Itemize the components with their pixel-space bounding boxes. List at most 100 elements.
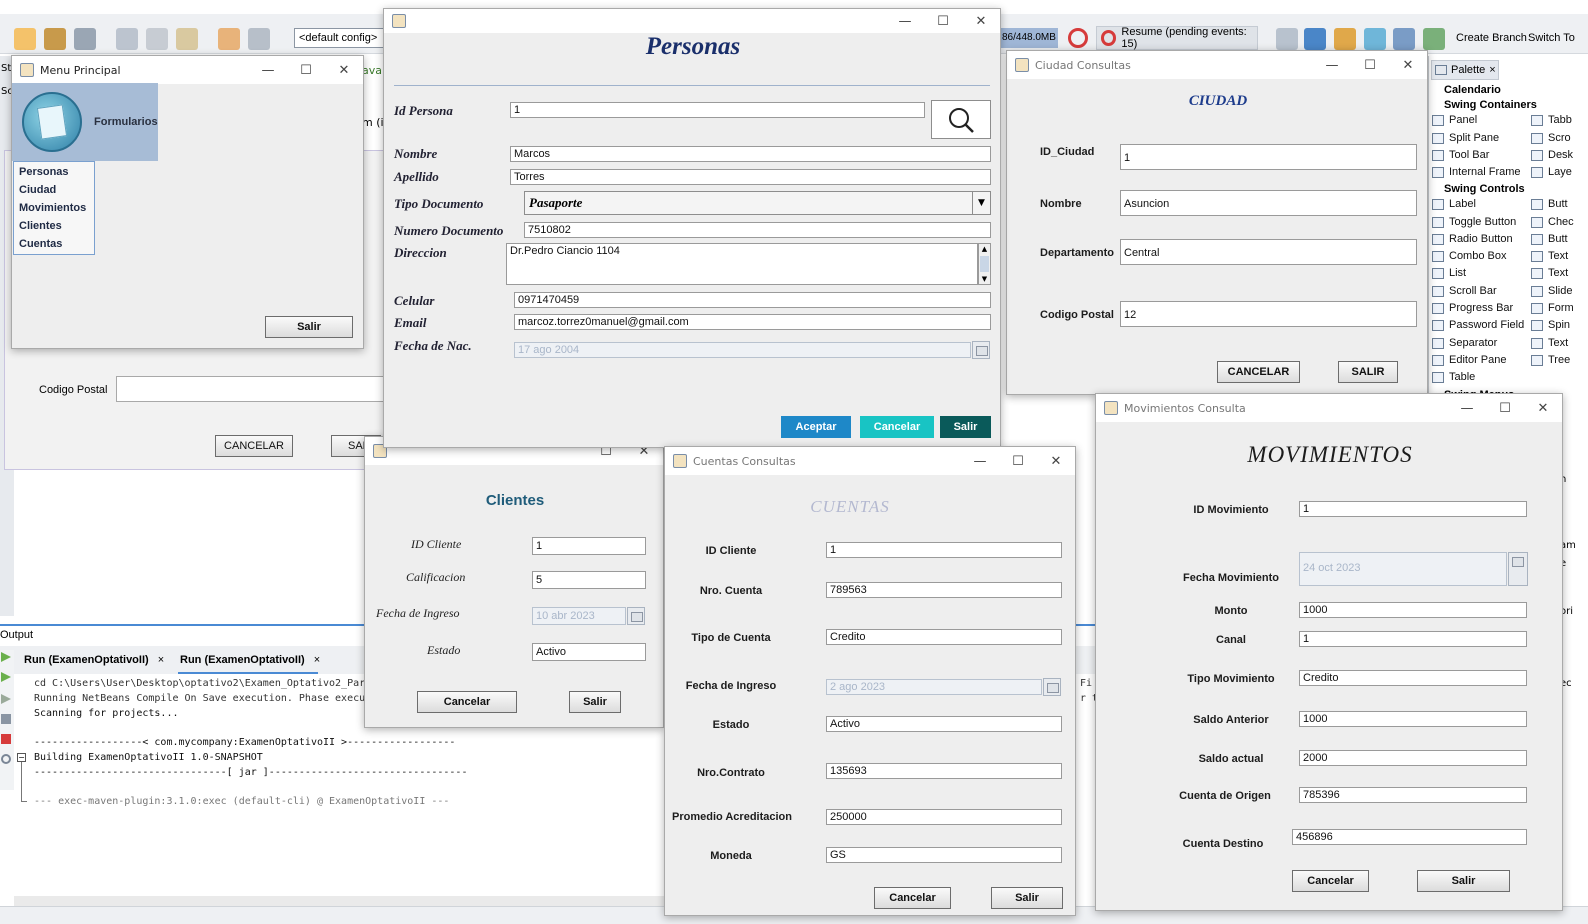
search-button[interactable]: [931, 100, 991, 139]
apellido-field[interactable]: Torres: [510, 169, 991, 185]
estado-field[interactable]: Activo: [532, 643, 646, 661]
toolbar-icon-a[interactable]: [1276, 28, 1298, 50]
palette-text-field[interactable]: Text: [1531, 250, 1568, 262]
menu-item-clientes[interactable]: Clientes: [19, 220, 62, 232]
config-combo[interactable]: <default config>: [294, 28, 384, 48]
fecha-movimiento-field[interactable]: 24 oct 2023: [1299, 552, 1507, 586]
palette-slider[interactable]: Slide: [1531, 285, 1572, 297]
menu-item-personas[interactable]: Personas: [19, 166, 69, 178]
undo-icon[interactable]: [218, 28, 240, 50]
palette-radio-button[interactable]: Radio Button: [1432, 233, 1513, 245]
id-ciudad-field[interactable]: 1: [1120, 144, 1417, 170]
tipo-documento-combo[interactable]: Pasaporte ▼: [524, 191, 991, 215]
palette-tab[interactable]: Palette ×: [1431, 60, 1499, 80]
palette-internal-frame[interactable]: Internal Frame: [1432, 166, 1521, 178]
output-hscroll[interactable]: [14, 896, 664, 906]
direccion-field[interactable]: Dr.Pedro Ciancio 1104: [506, 243, 978, 285]
minimize-icon[interactable]: —: [249, 63, 287, 78]
formularios-menu[interactable]: Formularios: [12, 83, 158, 161]
direccion-scrollbar[interactable]: ▲ ▼: [978, 243, 991, 285]
maximize-icon[interactable]: ☐: [1351, 58, 1389, 73]
close-icon[interactable]: ×: [314, 654, 320, 666]
menu-salir-button[interactable]: Salir: [265, 316, 353, 338]
fecha-ingreso-field[interactable]: 10 abr 2023: [532, 607, 626, 625]
saldo-actual-field[interactable]: 2000: [1299, 750, 1527, 766]
palette-desktop[interactable]: Desk: [1531, 149, 1573, 161]
palette-calendario[interactable]: Calendario: [1444, 84, 1501, 96]
palette-editor-pane[interactable]: Editor Pane: [1432, 354, 1506, 366]
email-field[interactable]: marcoz.torrez0manuel@gmail.com: [514, 314, 991, 330]
close-icon[interactable]: ✕: [325, 63, 363, 78]
new-file-icon[interactable]: [14, 28, 36, 50]
maximize-icon[interactable]: ☐: [1486, 401, 1524, 416]
cut-icon[interactable]: [116, 28, 138, 50]
id-persona-field[interactable]: 1: [510, 102, 925, 118]
toolbar-icon-f[interactable]: [1423, 28, 1445, 50]
toolbar-icon-b[interactable]: [1304, 28, 1326, 50]
calendar-icon[interactable]: [1043, 678, 1061, 696]
scroll-up-icon[interactable]: ▲: [979, 244, 990, 254]
menu-item-ciudad[interactable]: Ciudad: [19, 184, 56, 196]
maximize-icon[interactable]: ☐: [924, 14, 962, 29]
calendar-icon[interactable]: [627, 607, 645, 625]
movimientos-cancelar-button[interactable]: Cancelar: [1292, 870, 1369, 892]
close-icon[interactable]: ✕: [1524, 401, 1562, 416]
output-tab-2[interactable]: Run (ExamenOptativoII) ×: [180, 654, 320, 666]
moneda-field[interactable]: GS: [826, 847, 1062, 863]
chevron-down-icon[interactable]: ▼: [972, 192, 990, 214]
palette-text-pane[interactable]: Text: [1531, 337, 1568, 349]
minimize-icon[interactable]: —: [886, 14, 924, 29]
paste-icon[interactable]: [176, 28, 198, 50]
toolbar-icon-c[interactable]: [1334, 28, 1356, 50]
canal-field[interactable]: 1: [1299, 631, 1527, 647]
ciudad-salir-button[interactable]: SALIR: [1338, 361, 1398, 383]
close-icon[interactable]: ✕: [1389, 58, 1427, 73]
palette-toggle-button[interactable]: Toggle Button: [1432, 216, 1516, 228]
monto-field[interactable]: 1000: [1299, 602, 1527, 618]
collapse-icon[interactable]: −: [17, 753, 26, 762]
palette-spinner[interactable]: Spin: [1531, 319, 1570, 331]
palette-split-pane[interactable]: Split Pane: [1432, 132, 1499, 144]
menu-item-cuentas[interactable]: Cuentas: [19, 238, 62, 250]
minimize-icon[interactable]: —: [1448, 401, 1486, 416]
create-branch-button[interactable]: Create Branch: [1456, 32, 1527, 44]
ciudad-cancelar-button[interactable]: CANCELAR: [1217, 361, 1300, 383]
codigo-postal-field[interactable]: 12: [1120, 301, 1417, 327]
cuenta-destino-field[interactable]: 456896: [1292, 829, 1527, 845]
memory-indicator[interactable]: 86/448.0MB: [1000, 28, 1058, 48]
close-icon[interactable]: ×: [158, 654, 164, 666]
toolbar-icon-e[interactable]: [1393, 28, 1415, 50]
aceptar-button[interactable]: Aceptar: [781, 416, 851, 438]
promedio-acreditacion-field[interactable]: 250000: [826, 809, 1062, 825]
numero-documento-field[interactable]: 7510802: [524, 222, 991, 238]
java-tab[interactable]: ava: [362, 64, 382, 77]
palette-button-group[interactable]: Butt: [1531, 233, 1568, 245]
redo-icon[interactable]: [248, 28, 270, 50]
palette-tool-bar[interactable]: Tool Bar: [1432, 149, 1489, 161]
departamento-field[interactable]: Central: [1120, 239, 1417, 265]
stop-icon[interactable]: [1, 734, 11, 744]
palette-progress-bar[interactable]: Progress Bar: [1432, 302, 1513, 314]
close-icon[interactable]: ✕: [962, 14, 1000, 29]
resume-button[interactable]: Resume (pending events: 15): [1096, 26, 1258, 50]
calendar-icon[interactable]: [1508, 552, 1528, 586]
palette-tabbed[interactable]: Tabb: [1531, 114, 1572, 126]
save-all-icon[interactable]: [74, 28, 96, 50]
scroll-down-icon[interactable]: ▼: [979, 274, 990, 284]
palette-table[interactable]: Table: [1432, 371, 1475, 383]
cuentas-cancelar-button[interactable]: Cancelar: [874, 887, 951, 909]
clientes-salir-button[interactable]: Salir: [569, 691, 621, 713]
close-icon[interactable]: ✕: [1037, 454, 1075, 469]
palette-password-field[interactable]: Password Field: [1432, 319, 1524, 331]
open-project-icon[interactable]: [44, 28, 66, 50]
minimize-icon[interactable]: —: [1313, 58, 1351, 73]
palette-swing-containers[interactable]: Swing Containers: [1444, 99, 1537, 111]
fecha-nac-field[interactable]: 17 ago 2004: [514, 342, 971, 358]
cancelar-button[interactable]: Cancelar: [860, 416, 934, 438]
palette-separator[interactable]: Separator: [1432, 337, 1497, 349]
id-cliente-field[interactable]: 1: [532, 537, 646, 555]
nro-contrato-field[interactable]: 135693: [826, 763, 1062, 779]
movimientos-salir-button[interactable]: Salir: [1417, 870, 1510, 892]
minimize-icon[interactable]: —: [961, 454, 999, 469]
palette-layered[interactable]: Laye: [1531, 166, 1572, 178]
